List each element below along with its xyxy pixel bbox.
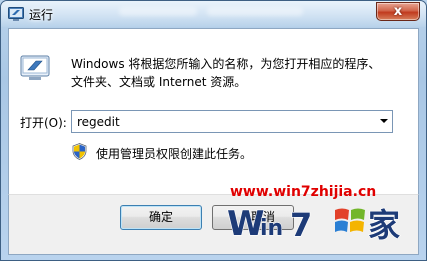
description-line-2: 文件夹、文档或 Internet 资源。 — [71, 75, 247, 89]
svg-text:in: in — [260, 216, 283, 241]
run-dialog-window: 运行 x Windows 将根据您所输入的名称，为您打开相应的程序、 文件夹、文… — [0, 0, 427, 261]
admin-privilege-note: 使用管理员权限创建此任务。 — [96, 147, 253, 161]
win7-watermark-logo: W in 7 家 — [227, 203, 401, 244]
watermark-url: www.win7zhijia.cn — [230, 184, 377, 200]
open-input[interactable] — [72, 111, 372, 132]
dropdown-arrow-icon[interactable] — [380, 119, 388, 123]
blurred-background-text — [119, 7, 197, 16]
watermark-logo-char: 家 — [368, 206, 400, 244]
run-icon — [20, 55, 50, 80]
open-label: 打开(O): — [20, 116, 67, 130]
open-combobox[interactable] — [71, 110, 393, 133]
svg-text:7: 7 — [290, 206, 312, 244]
dialog-description: Windows 将根据您所输入的名称，为您打开相应的程序、 文件夹、文档或 In… — [71, 55, 380, 91]
run-app-icon — [8, 7, 24, 21]
close-icon: x — [393, 4, 403, 19]
description-line-1: Windows 将根据您所输入的名称，为您打开相应的程序、 — [71, 57, 381, 71]
ok-button[interactable]: 确定 — [120, 205, 202, 230]
window-title: 运行 — [29, 8, 54, 22]
blurred-background-text — [207, 7, 303, 16]
svg-text:W: W — [227, 204, 265, 244]
uac-shield-icon — [72, 143, 87, 160]
close-button[interactable]: x — [376, 2, 420, 21]
